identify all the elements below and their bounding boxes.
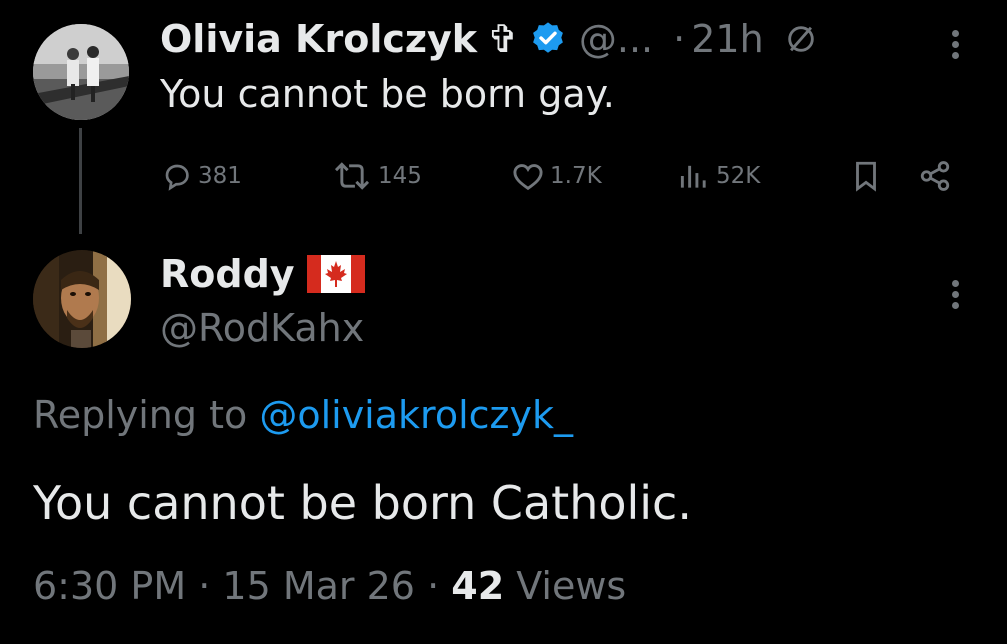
meta-separator-1: · bbox=[198, 564, 211, 608]
repost-action[interactable]: 145 bbox=[330, 160, 422, 192]
parent-author-name[interactable]: Olivia Krolczyk bbox=[160, 17, 477, 61]
parent-post-time[interactable]: 21h bbox=[691, 17, 763, 61]
reply-more-options-icon[interactable] bbox=[952, 276, 959, 313]
like-count: 1.7K bbox=[550, 163, 602, 189]
reply-author-handle[interactable]: @RodKahx bbox=[160, 306, 364, 350]
share-icon bbox=[920, 161, 950, 191]
reply-views-label: Views bbox=[516, 564, 627, 608]
thread-connector-line bbox=[79, 128, 82, 234]
replying-to-label: Replying to bbox=[33, 393, 248, 437]
header-separator: · bbox=[673, 17, 686, 61]
reply-date[interactable]: 15 Mar 26 bbox=[222, 564, 415, 608]
slashed-circle-icon bbox=[784, 22, 818, 56]
bookmark-icon bbox=[856, 161, 876, 192]
reply-author-name[interactable]: Roddy bbox=[160, 252, 295, 296]
replying-to-line: Replying to @oliviakrolczyk_ bbox=[33, 393, 573, 437]
analytics-icon bbox=[680, 165, 706, 188]
like-action[interactable]: 1.7K bbox=[510, 160, 602, 192]
heart-icon bbox=[513, 164, 543, 191]
repost-count: 145 bbox=[378, 163, 422, 189]
roddy-avatar-photo bbox=[33, 250, 131, 348]
canada-flag-icon bbox=[306, 255, 365, 293]
olivia-avatar[interactable] bbox=[33, 24, 129, 120]
repost-icon bbox=[334, 162, 370, 190]
reply-author-line: Roddy bbox=[160, 248, 365, 300]
reply-meta-line: 6:30 PM · 15 Mar 26 · 42 Views bbox=[33, 564, 626, 608]
cross-emoji: ✞ bbox=[487, 17, 519, 61]
parent-more-options-icon[interactable] bbox=[952, 26, 959, 63]
reply-count: 381 bbox=[198, 163, 242, 189]
bookmark-action[interactable] bbox=[848, 160, 884, 192]
parent-post-header: Olivia Krolczyk ✞ @... · 21h bbox=[160, 14, 818, 64]
reply-icon bbox=[165, 164, 189, 191]
reply-views-count[interactable]: 42 bbox=[451, 564, 504, 608]
reply-action[interactable]: 381 bbox=[160, 160, 242, 192]
views-action[interactable]: 52K bbox=[676, 160, 760, 192]
parent-post-text: You cannot be born gay. bbox=[160, 72, 615, 116]
view-count: 52K bbox=[716, 163, 761, 189]
reply-post-text: You cannot be born Catholic. bbox=[33, 476, 692, 530]
parent-author-handle[interactable]: @... bbox=[579, 17, 653, 61]
replying-to-handle-link[interactable]: @oliviakrolczyk_ bbox=[259, 393, 573, 437]
meta-separator-2: · bbox=[427, 564, 440, 608]
olivia-avatar-photo bbox=[33, 24, 129, 120]
reply-time[interactable]: 6:30 PM bbox=[33, 564, 186, 608]
roddy-avatar[interactable] bbox=[33, 250, 131, 348]
verified-badge-icon bbox=[529, 20, 567, 58]
share-action[interactable] bbox=[916, 160, 954, 192]
